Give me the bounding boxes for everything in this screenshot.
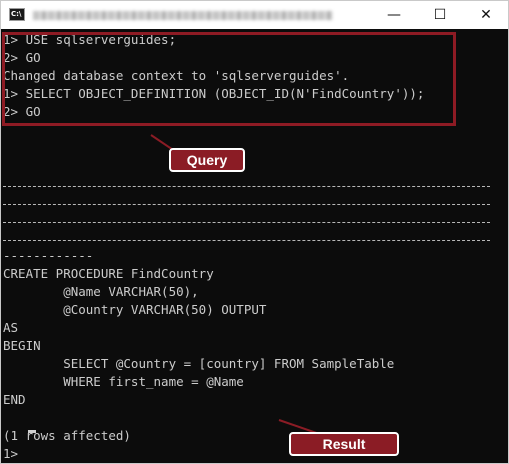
- result-callout-label: Result: [289, 432, 399, 456]
- output-line: END: [3, 392, 26, 407]
- title-bar[interactable]: C:\ — ☐ ✕: [1, 1, 508, 30]
- console-window: C:\ — ☐ ✕ 1> USE sqlserverguides; 2> GO …: [0, 0, 509, 464]
- output-line: WHERE first_name = @Name: [3, 374, 244, 389]
- separator-short: ------------: [3, 248, 94, 263]
- output-line: AS: [3, 320, 19, 335]
- output-line: CREATE PROCEDURE FindCountry: [3, 266, 214, 281]
- window-title-blurred: [33, 11, 333, 20]
- separator-line: [3, 240, 490, 242]
- close-button[interactable]: ✕: [463, 1, 509, 29]
- output-line: BEGIN: [3, 338, 41, 353]
- separator-line: [3, 222, 490, 224]
- minimize-button[interactable]: —: [371, 1, 417, 29]
- output-line: @Country VARCHAR(50) OUTPUT: [3, 302, 267, 317]
- prompt-line: 1>: [3, 446, 26, 461]
- output-line: @Name VARCHAR(50),: [3, 284, 199, 299]
- vertical-scrollbar[interactable]: [500, 29, 508, 463]
- separator-line: [3, 186, 490, 188]
- text-cursor: [28, 430, 36, 433]
- maximize-button[interactable]: ☐: [417, 1, 463, 29]
- output-line: (1 rows affected): [3, 428, 131, 443]
- query-highlight-box: [2, 32, 456, 126]
- console-app-icon: C:\: [9, 8, 25, 21]
- query-callout-label: Query: [169, 148, 245, 172]
- separator-line: [3, 204, 490, 206]
- output-line: SELECT @Country = [country] FROM SampleT…: [3, 356, 395, 371]
